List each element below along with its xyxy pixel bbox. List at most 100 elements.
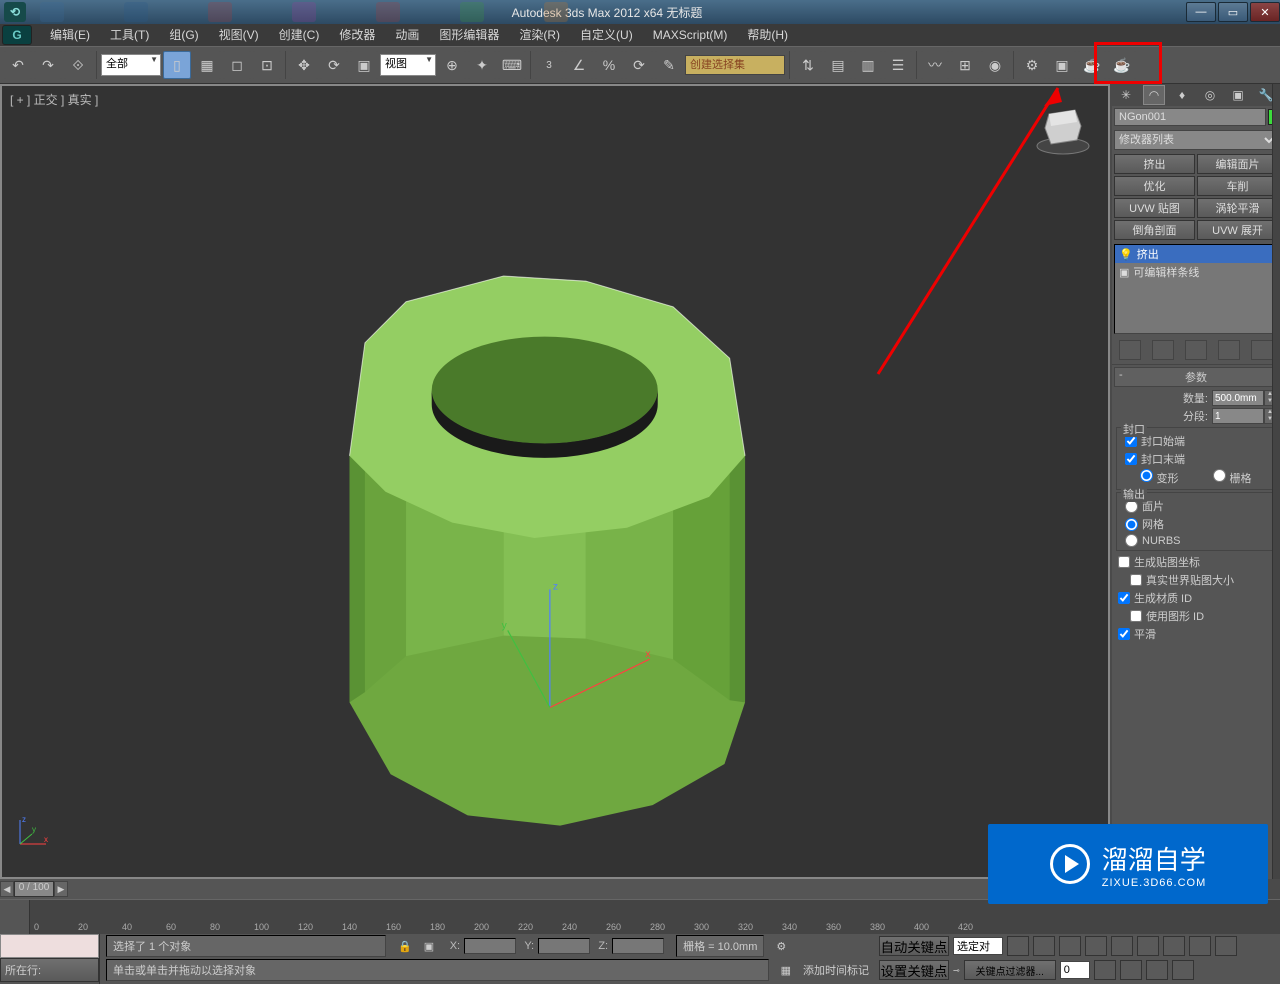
select-by-name-button[interactable]: ▦ xyxy=(193,51,221,79)
viewport[interactable]: [ + ] 正交 ] 真实 ] z x y xyxy=(0,84,1110,879)
move-button[interactable]: ✥ xyxy=(290,51,318,79)
mod-chamfer[interactable]: 倒角剖面 xyxy=(1114,220,1195,240)
menu-group[interactable]: 组(G) xyxy=(159,24,208,46)
nav-maximize-button[interactable] xyxy=(1146,960,1168,980)
keyboard-shortcut-override[interactable]: ⌨ xyxy=(498,51,526,79)
nav-orbit-button[interactable] xyxy=(1094,960,1116,980)
select-object-button[interactable]: ▯ xyxy=(163,51,191,79)
mod-editface[interactable]: 编辑面片 xyxy=(1197,154,1278,174)
timetag-icon[interactable]: ▦ xyxy=(781,964,791,977)
mod-lathe[interactable]: 车削 xyxy=(1197,176,1278,196)
menu-tools[interactable]: 工具(T) xyxy=(100,24,159,46)
maxscript-mini-listener[interactable] xyxy=(0,934,99,958)
menu-animation[interactable]: 动画 xyxy=(385,24,429,46)
trackbar-ruler[interactable]: 0204060801001201401601802002202402602803… xyxy=(30,900,1280,934)
pivot-center-button[interactable]: ⊕ xyxy=(438,51,466,79)
output-nurbs-radio[interactable] xyxy=(1125,534,1138,547)
render-iterative-button[interactable]: ☕ xyxy=(1108,51,1136,79)
play-button[interactable] xyxy=(1059,936,1081,956)
timeslider-right-arrow[interactable]: ▶ xyxy=(54,881,68,897)
material-editor-button[interactable]: ◉ xyxy=(981,51,1009,79)
schematic-view-button[interactable]: ⊞ xyxy=(951,51,979,79)
mod-uvwunwrap[interactable]: UVW 展开 xyxy=(1197,220,1278,240)
snap-3-button[interactable]: 3 xyxy=(535,51,563,79)
autokey-button[interactable]: 自动关键点 xyxy=(879,936,949,956)
show-end-result-button[interactable] xyxy=(1152,340,1174,360)
menu-edit[interactable]: 编辑(E) xyxy=(40,24,100,46)
nav-pan-button[interactable] xyxy=(1137,936,1159,956)
cap-end-checkbox[interactable] xyxy=(1125,453,1137,465)
mod-optimize[interactable]: 优化 xyxy=(1114,176,1195,196)
modifier-list-dropdown[interactable]: 修改器列表 xyxy=(1114,130,1278,150)
mod-uvwmap[interactable]: UVW 贴图 xyxy=(1114,198,1195,218)
window-crossing-button[interactable]: ⊡ xyxy=(253,51,281,79)
amount-spinner[interactable]: ▲▼ xyxy=(1212,390,1276,406)
manipulate-button[interactable]: ✦ xyxy=(468,51,496,79)
redo-button[interactable]: ↷ xyxy=(34,51,62,79)
next-frame-button[interactable] xyxy=(1085,936,1107,956)
layers-button[interactable]: ☰ xyxy=(884,51,912,79)
ref-coord-system-dropdown[interactable]: 视图 xyxy=(380,54,436,76)
scale-button[interactable]: ▣ xyxy=(350,51,378,79)
current-frame-input[interactable] xyxy=(1060,961,1090,979)
rollup-header-params[interactable]: 参数 xyxy=(1114,367,1278,387)
percent-snap-button[interactable]: % xyxy=(595,51,623,79)
quick-align-button[interactable]: ▥ xyxy=(854,51,882,79)
close-button[interactable]: ✕ xyxy=(1250,2,1280,22)
lock-icon[interactable]: 🔒 xyxy=(398,940,412,953)
viewcube[interactable] xyxy=(1033,96,1093,156)
stack-item-extrude[interactable]: 💡挤出 xyxy=(1115,245,1277,263)
output-mesh-radio[interactable] xyxy=(1125,518,1138,531)
nav-walk-button[interactable] xyxy=(1120,960,1142,980)
coord-x-input[interactable] xyxy=(464,938,516,954)
segments-spinner[interactable]: ▲▼ xyxy=(1212,408,1276,424)
render-production-button[interactable]: ☕ xyxy=(1078,51,1106,79)
minimize-button[interactable]: — xyxy=(1186,2,1216,22)
menu-customize[interactable]: 自定义(U) xyxy=(570,24,643,46)
mod-turbosmooth[interactable]: 涡轮平滑 xyxy=(1197,198,1278,218)
edit-named-sel-button[interactable]: ✎ xyxy=(655,51,683,79)
pin-stack-button[interactable] xyxy=(1119,340,1141,360)
angle-snap-button[interactable]: ∠ xyxy=(565,51,593,79)
coord-z-input[interactable] xyxy=(612,938,664,954)
menu-help[interactable]: 帮助(H) xyxy=(737,24,798,46)
motion-tab[interactable]: ◎ xyxy=(1199,85,1221,105)
configure-sets-button[interactable] xyxy=(1251,340,1273,360)
modify-tab[interactable]: ◠ xyxy=(1143,85,1165,105)
remove-modifier-button[interactable] xyxy=(1218,340,1240,360)
display-tab[interactable]: ▣ xyxy=(1227,85,1249,105)
select-region-rect[interactable]: ◻ xyxy=(223,51,251,79)
menu-create[interactable]: 创建(C) xyxy=(269,24,330,46)
time-slider[interactable]: ◀ 0 / 100 ▶ xyxy=(0,879,1110,899)
nav-minmax-button[interactable] xyxy=(1172,960,1194,980)
modifier-stack[interactable]: 💡挤出 ▣可编辑样条线 xyxy=(1114,244,1278,334)
menu-rendering[interactable]: 渲染(R) xyxy=(509,24,570,46)
grid-radio[interactable] xyxy=(1213,469,1226,482)
realworld-checkbox[interactable] xyxy=(1130,574,1142,586)
menu-modifiers[interactable]: 修改器 xyxy=(329,24,385,46)
keyfilters-button[interactable]: 关键点过滤器... xyxy=(964,960,1056,980)
nav-fov-button[interactable] xyxy=(1215,936,1237,956)
goto-end-button[interactable] xyxy=(1111,936,1133,956)
mod-extrude[interactable]: 挤出 xyxy=(1114,154,1195,174)
maximize-button[interactable]: ▭ xyxy=(1218,2,1248,22)
named-selection-sets-dropdown[interactable]: 创建选择集 xyxy=(685,55,785,75)
hierarchy-tab[interactable]: ♦ xyxy=(1171,85,1193,105)
smooth-checkbox[interactable] xyxy=(1118,628,1130,640)
mirror-button[interactable]: ⇅ xyxy=(794,51,822,79)
coord-y-input[interactable] xyxy=(538,938,590,954)
menu-view[interactable]: 视图(V) xyxy=(209,24,269,46)
stack-item-spline[interactable]: ▣可编辑样条线 xyxy=(1115,263,1277,281)
link-button[interactable]: ⟐ xyxy=(64,51,92,79)
spinner-snap-button[interactable]: ⟳ xyxy=(625,51,653,79)
make-unique-button[interactable] xyxy=(1185,340,1207,360)
render-setup-button[interactable]: ⚙ xyxy=(1018,51,1046,79)
object-name-input[interactable] xyxy=(1114,108,1266,126)
rendered-frame-button[interactable]: ▣ xyxy=(1048,51,1076,79)
menu-grapheditors[interactable]: 图形编辑器 xyxy=(429,24,509,46)
gen-mapping-checkbox[interactable] xyxy=(1118,556,1130,568)
addtimetag-label[interactable]: 添加时间标记 xyxy=(803,962,869,978)
use-shapeid-checkbox[interactable] xyxy=(1130,610,1142,622)
panel-scrollbar[interactable] xyxy=(1272,84,1280,879)
undo-button[interactable]: ↶ xyxy=(4,51,32,79)
